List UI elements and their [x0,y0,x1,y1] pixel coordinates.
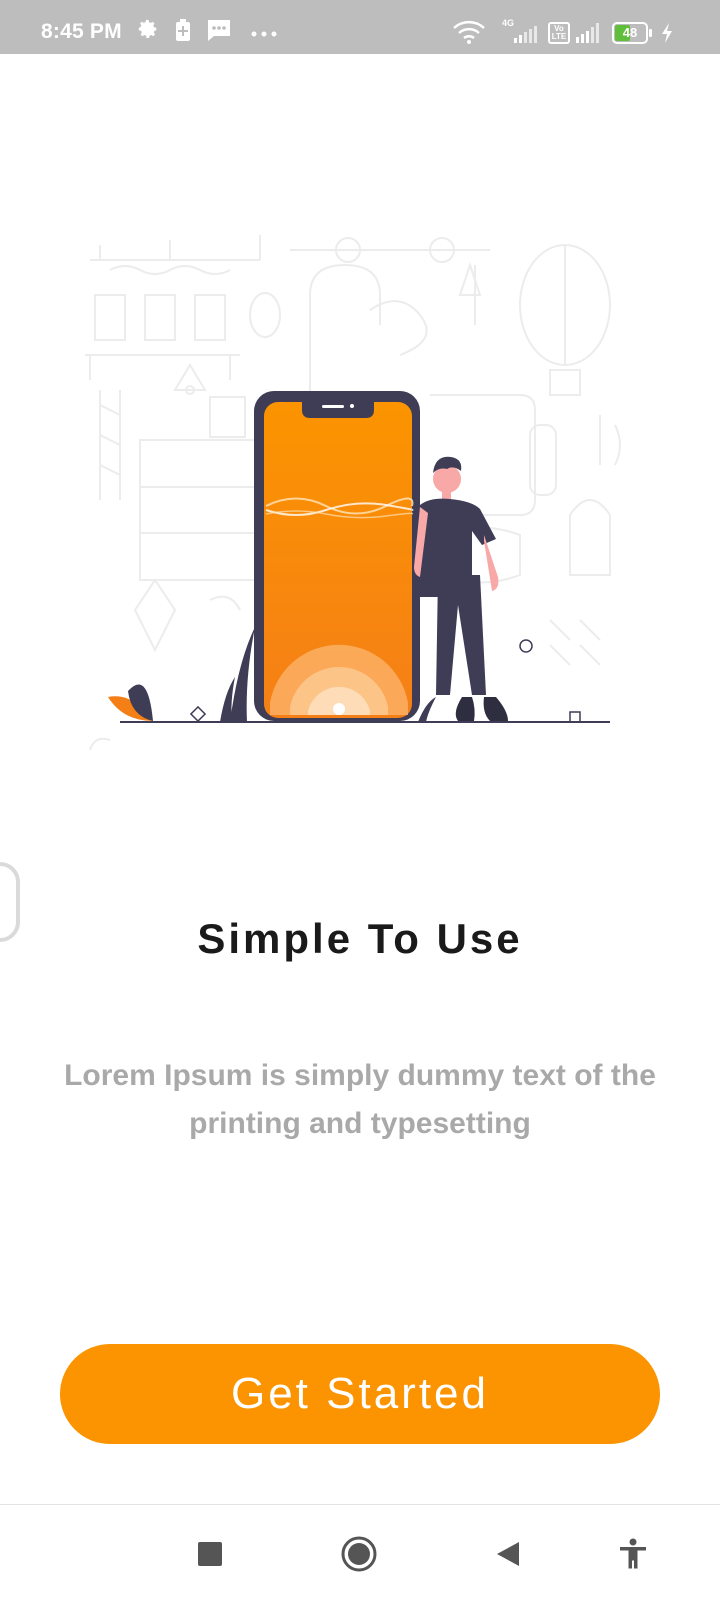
person-graphic [414,456,508,721]
onboarding-title: Simple To Use [197,915,523,962]
get-started-button[interactable]: Get Started [60,1344,660,1444]
onboarding-description: Lorem Ipsum is simply dummy text of the … [64,1059,656,1140]
home-button[interactable] [338,1533,380,1575]
battery-level: 48 [622,25,638,40]
system-nav-bar [0,1504,720,1601]
settings-icon [138,19,157,38]
volte-icon: Vo LTE [548,22,570,44]
status-time: 8:45 PM [41,20,122,43]
back-button[interactable] [487,1533,529,1575]
wifi-icon [453,20,485,44]
onboarding-illustration [80,225,640,785]
recent-apps-button[interactable] [189,1533,231,1575]
home-icon [341,1536,377,1572]
battery-icon: 48 [612,22,652,44]
accessibility-icon [620,1538,646,1569]
phone-graphic [254,391,420,721]
signal-icon [576,23,599,43]
more-dots-icon [251,31,277,37]
recent-apps-icon [198,1542,222,1566]
message-icon [208,20,230,41]
battery-saver-icon [176,19,190,41]
accessibility-button[interactable] [612,1533,654,1575]
status-bar: 8:45 PM 4G Vo LTE 48 [0,0,720,54]
plant-left [108,684,153,721]
back-icon [497,1542,519,1566]
signal-4g-icon: 4G [500,18,540,44]
charging-icon [662,23,672,43]
